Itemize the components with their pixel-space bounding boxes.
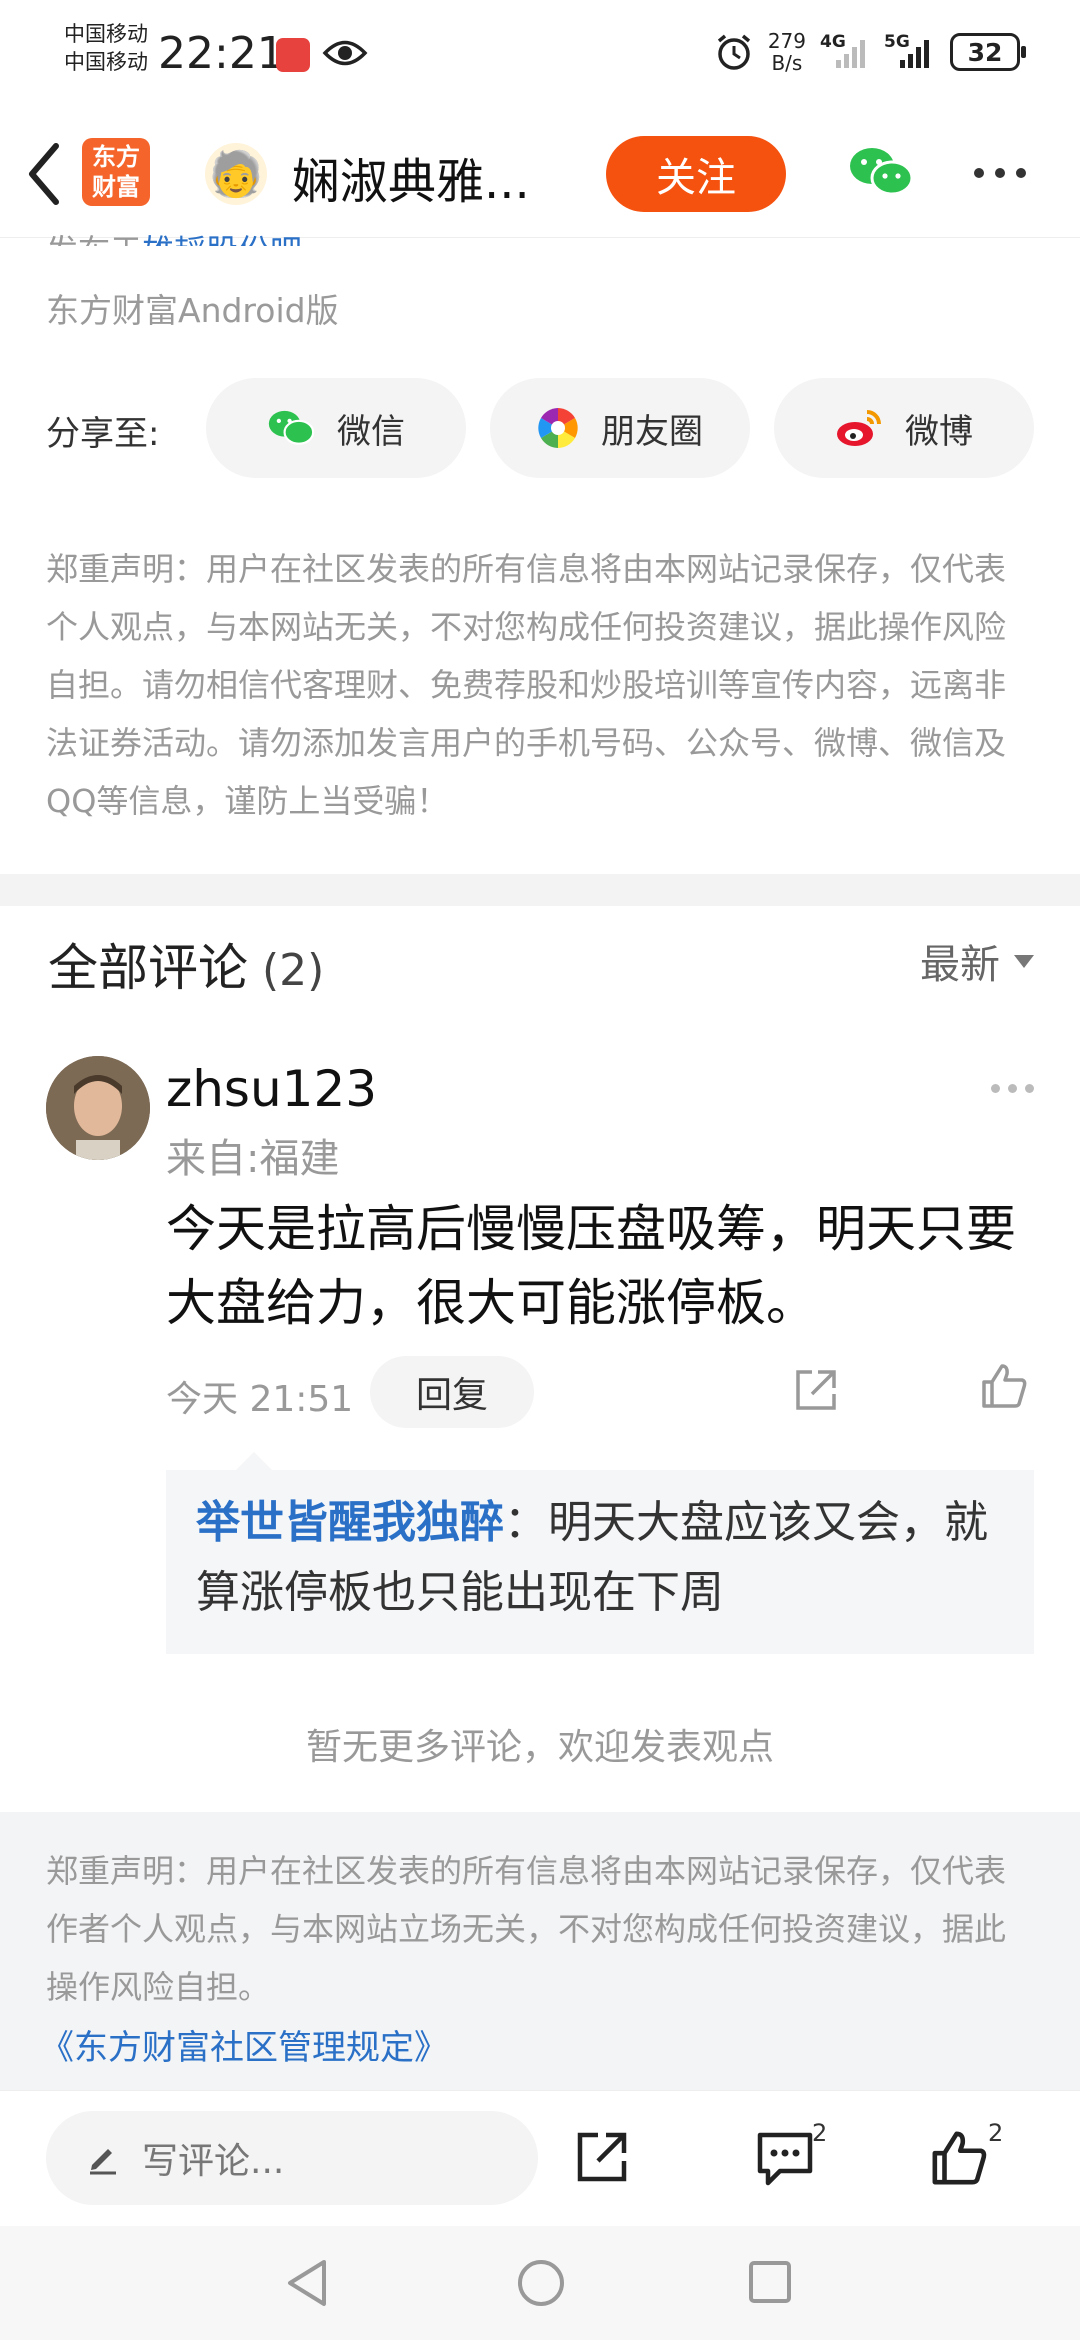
comment-icon[interactable] bbox=[756, 2129, 814, 2187]
carrier-names: 中国移动 中国移动 bbox=[64, 20, 148, 76]
disclaimer-notice: 郑重声明：用户在社区发表的所有信息将由本网站记录保存，仅代表个人观点，与本网站无… bbox=[46, 550, 1007, 820]
network-speed: 279 B/s bbox=[767, 29, 806, 75]
comments-header: 全部评论 (2) bbox=[48, 939, 325, 997]
alarm-icon bbox=[717, 34, 750, 70]
share-icon[interactable] bbox=[574, 2129, 630, 2185]
comment-share-icon[interactable] bbox=[792, 1366, 840, 1414]
author-avatar[interactable]: 🧓 bbox=[205, 143, 267, 205]
system-navigation-bar bbox=[0, 2226, 1080, 2340]
signal-4g-icon: 4G bbox=[820, 32, 870, 70]
like-icon[interactable] bbox=[930, 2129, 988, 2187]
comment-time: 今天 21:51 bbox=[166, 1379, 354, 1420]
notification-app-icon bbox=[276, 38, 310, 72]
back-arrow-icon[interactable] bbox=[24, 140, 64, 208]
system-recents-icon[interactable] bbox=[748, 2260, 792, 2304]
carrier-1: 中国移动 bbox=[64, 22, 148, 46]
footer-notice-text: 郑重声明：用户在社区发表的所有信息将由本网站记录保存，仅代表作者个人观点，与本网… bbox=[46, 1852, 1007, 2006]
sort-dropdown[interactable]: 最新 bbox=[920, 932, 1034, 990]
more-options-icon[interactable] bbox=[974, 168, 1026, 178]
share-moments-button[interactable]: 朋友圈 bbox=[490, 378, 750, 478]
stock-bar-link[interactable]: 雄韬股份吧 bbox=[142, 232, 302, 246]
comment-more-icon[interactable] bbox=[991, 1084, 1034, 1093]
follow-button[interactable]: 关注 bbox=[606, 136, 786, 212]
comment-count: (2) bbox=[262, 945, 325, 996]
share-weibo-button[interactable]: 微博 bbox=[774, 378, 1034, 478]
author-name[interactable]: 娴淑典雅... bbox=[292, 142, 530, 212]
comment-count-badge: 2 bbox=[812, 2119, 828, 2147]
clock: 22:21 bbox=[158, 28, 285, 79]
share-wechat-button[interactable]: 微信 bbox=[206, 378, 466, 478]
eastmoney-logo[interactable]: 东方 财富 bbox=[82, 138, 150, 206]
wechat-icon bbox=[268, 410, 315, 445]
moments-icon bbox=[538, 408, 578, 448]
wechat-share-icon[interactable] bbox=[848, 144, 914, 200]
share-label: 分享至: bbox=[46, 414, 160, 454]
status-icons: 279 B/s 4G 5G 32 bbox=[714, 29, 1026, 75]
no-more-comments: 暂无更多评论，欢迎发表观点 bbox=[305, 1727, 774, 1768]
post-source: 东方财富Android版 bbox=[46, 291, 339, 330]
published-in: 发布于雄韬股份吧 bbox=[46, 226, 302, 246]
bottom-action-bar: 写评论... 2 2 bbox=[0, 2090, 1080, 2226]
community-rules-link[interactable]: 《东方财富社区管理规定》 bbox=[40, 2020, 1034, 2069]
signal-5g-icon: 5G bbox=[884, 32, 936, 70]
commenter-name[interactable]: zhsu123 bbox=[166, 1060, 377, 1118]
reply-username[interactable]: 举世皆醒我独醉 bbox=[196, 1497, 504, 1548]
write-comment-input[interactable]: 写评论... bbox=[46, 2111, 538, 2205]
like-count-badge: 2 bbox=[988, 2119, 1004, 2147]
commenter-avatar[interactable] bbox=[46, 1056, 150, 1160]
reply-button[interactable]: 回复 bbox=[370, 1356, 534, 1428]
system-home-icon[interactable] bbox=[516, 2258, 566, 2308]
carrier-2: 中国移动 bbox=[64, 50, 148, 74]
weibo-icon bbox=[837, 410, 881, 446]
share-row: 分享至: 微信 朋友圈 微博 bbox=[46, 378, 1046, 478]
comment-text: 今天是拉高后慢慢压盘吸筹，明天只要大盘给力，很大可能涨停板。 bbox=[166, 1200, 1016, 1332]
comment-like-icon[interactable] bbox=[980, 1362, 1028, 1410]
dropdown-arrow-icon bbox=[1014, 954, 1034, 968]
reply-preview[interactable]: 举世皆醒我独醉：明天大盘应该又会，就算涨停板也只能出现在下周 bbox=[166, 1452, 1034, 1654]
section-divider bbox=[0, 874, 1080, 906]
eye-icon bbox=[322, 40, 368, 66]
pencil-icon bbox=[90, 2149, 116, 2175]
commenter-location: 来自:福建 bbox=[166, 1136, 340, 1182]
footer-disclaimer: 郑重声明：用户在社区发表的所有信息将由本网站记录保存，仅代表作者个人观点，与本网… bbox=[0, 1812, 1080, 2090]
status-bar: 中国移动 中国移动 22:21 279 B/s 4G 5G 32 bbox=[0, 0, 1080, 110]
top-nav-bar: 东方 财富 🧓 娴淑典雅... 关注 bbox=[0, 110, 1080, 238]
system-back-icon[interactable] bbox=[284, 2258, 332, 2308]
battery-indicator: 32 bbox=[950, 33, 1026, 71]
